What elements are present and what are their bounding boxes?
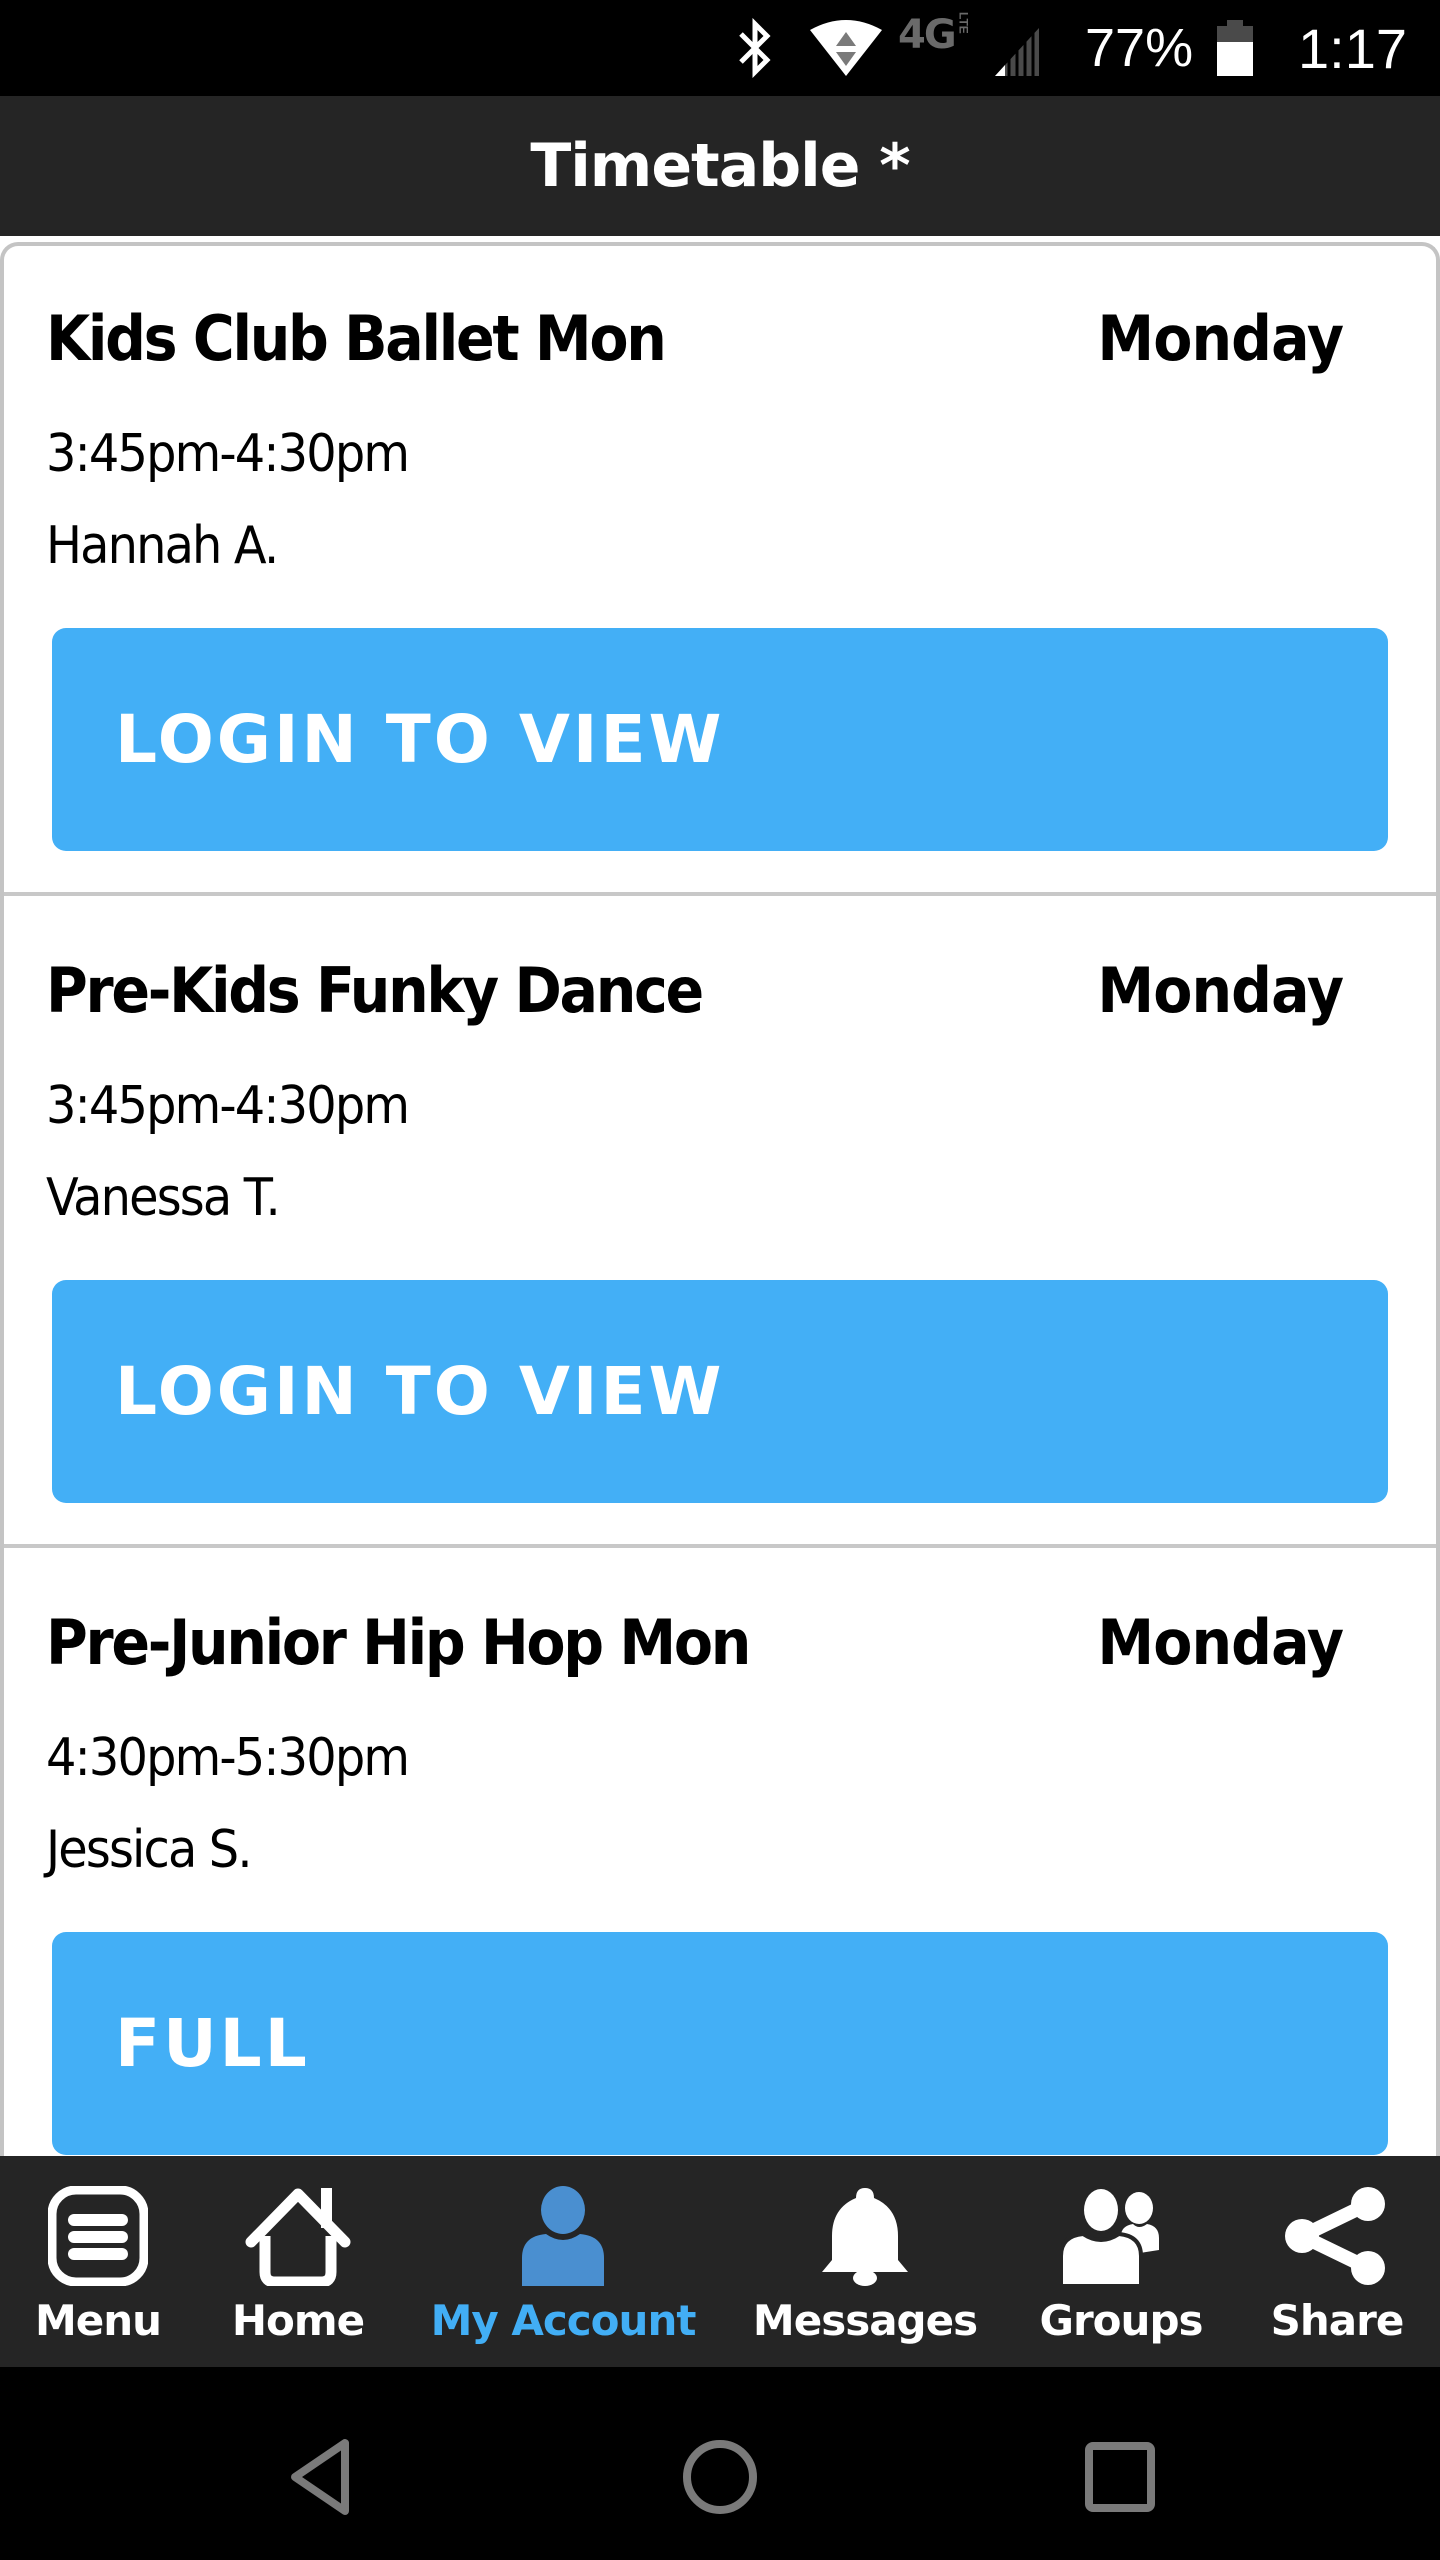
groups-icon	[1061, 2186, 1181, 2296]
back-button[interactable]	[270, 2427, 370, 2527]
bluetooth-icon	[735, 0, 775, 96]
nav-label: My Account	[430, 2296, 697, 2345]
class-name: Pre-Junior Hip Hop Mon	[46, 1606, 751, 1679]
bell-icon	[805, 2186, 925, 2296]
class-day: Monday	[1097, 1606, 1344, 1679]
system-nav-bar	[0, 2367, 1440, 2560]
class-instructor: Hannah A.	[46, 516, 279, 576]
class-time: 3:45pm-4:30pm	[46, 1076, 410, 1136]
share-icon	[1277, 2186, 1397, 2296]
class-card: Pre-Kids Funky Dance Monday 3:45pm-4:30p…	[4, 896, 1436, 1548]
nav-item-my-account[interactable]: My Account	[431, 2156, 696, 2367]
nav-label: Share	[1270, 2296, 1405, 2345]
battery-percent: 77%	[1085, 18, 1194, 78]
battery-icon	[1215, 0, 1255, 96]
recents-button[interactable]	[1070, 2427, 1170, 2527]
home-system-button[interactable]	[670, 2427, 770, 2527]
class-name: Kids Club Ballet Mon	[46, 302, 667, 375]
nav-item-share[interactable]: Share	[1271, 2156, 1404, 2367]
nav-label: Groups	[1039, 2296, 1204, 2345]
lte-4g-icon: 4G LTE	[898, 12, 971, 58]
timetable-list[interactable]: Kids Club Ballet Mon Monday 3:45pm-4:30p…	[0, 238, 1440, 2156]
class-card: Kids Club Ballet Mon Monday 3:45pm-4:30p…	[4, 244, 1436, 896]
full-button[interactable]: FULL	[52, 1932, 1388, 2155]
class-day: Monday	[1097, 954, 1344, 1027]
menu-icon	[38, 2186, 158, 2296]
login-to-view-button[interactable]: LOGIN TO VIEW	[52, 1280, 1388, 1503]
back-icon	[291, 2439, 349, 2515]
login-to-view-button[interactable]: LOGIN TO VIEW	[52, 628, 1388, 851]
class-day: Monday	[1097, 302, 1344, 375]
class-time: 3:45pm-4:30pm	[46, 424, 410, 484]
class-name: Pre-Kids Funky Dance	[46, 954, 704, 1027]
class-time: 4:30pm-5:30pm	[46, 1728, 410, 1788]
nav-label: Menu	[34, 2296, 162, 2345]
app-header: Timetable *	[0, 96, 1440, 236]
clock: 1:17	[1298, 16, 1407, 80]
recents-icon	[1085, 2442, 1155, 2512]
bottom-nav: Menu Home My Account Messages Groups Sha…	[0, 2156, 1440, 2367]
home-icon	[238, 2186, 358, 2296]
home-circle-icon	[683, 2440, 757, 2514]
signal-icon	[993, 0, 1041, 96]
nav-label: Home	[231, 2296, 365, 2345]
class-instructor: Jessica S.	[46, 1820, 253, 1880]
nav-item-menu[interactable]: Menu	[34, 2156, 162, 2367]
status-bar: 4G LTE 77% 1:17	[0, 0, 1440, 96]
nav-item-messages[interactable]: Messages	[753, 2156, 978, 2367]
account-icon	[503, 2186, 623, 2296]
page-title: Timetable *	[530, 131, 910, 201]
nav-label: Messages	[752, 2296, 978, 2345]
nav-item-home[interactable]: Home	[232, 2156, 365, 2367]
class-instructor: Vanessa T.	[46, 1168, 281, 1228]
nav-item-groups[interactable]: Groups	[1040, 2156, 1204, 2367]
wifi-icon	[808, 0, 884, 96]
class-card: Pre-Junior Hip Hop Mon Monday 4:30pm-5:3…	[4, 1548, 1436, 2156]
